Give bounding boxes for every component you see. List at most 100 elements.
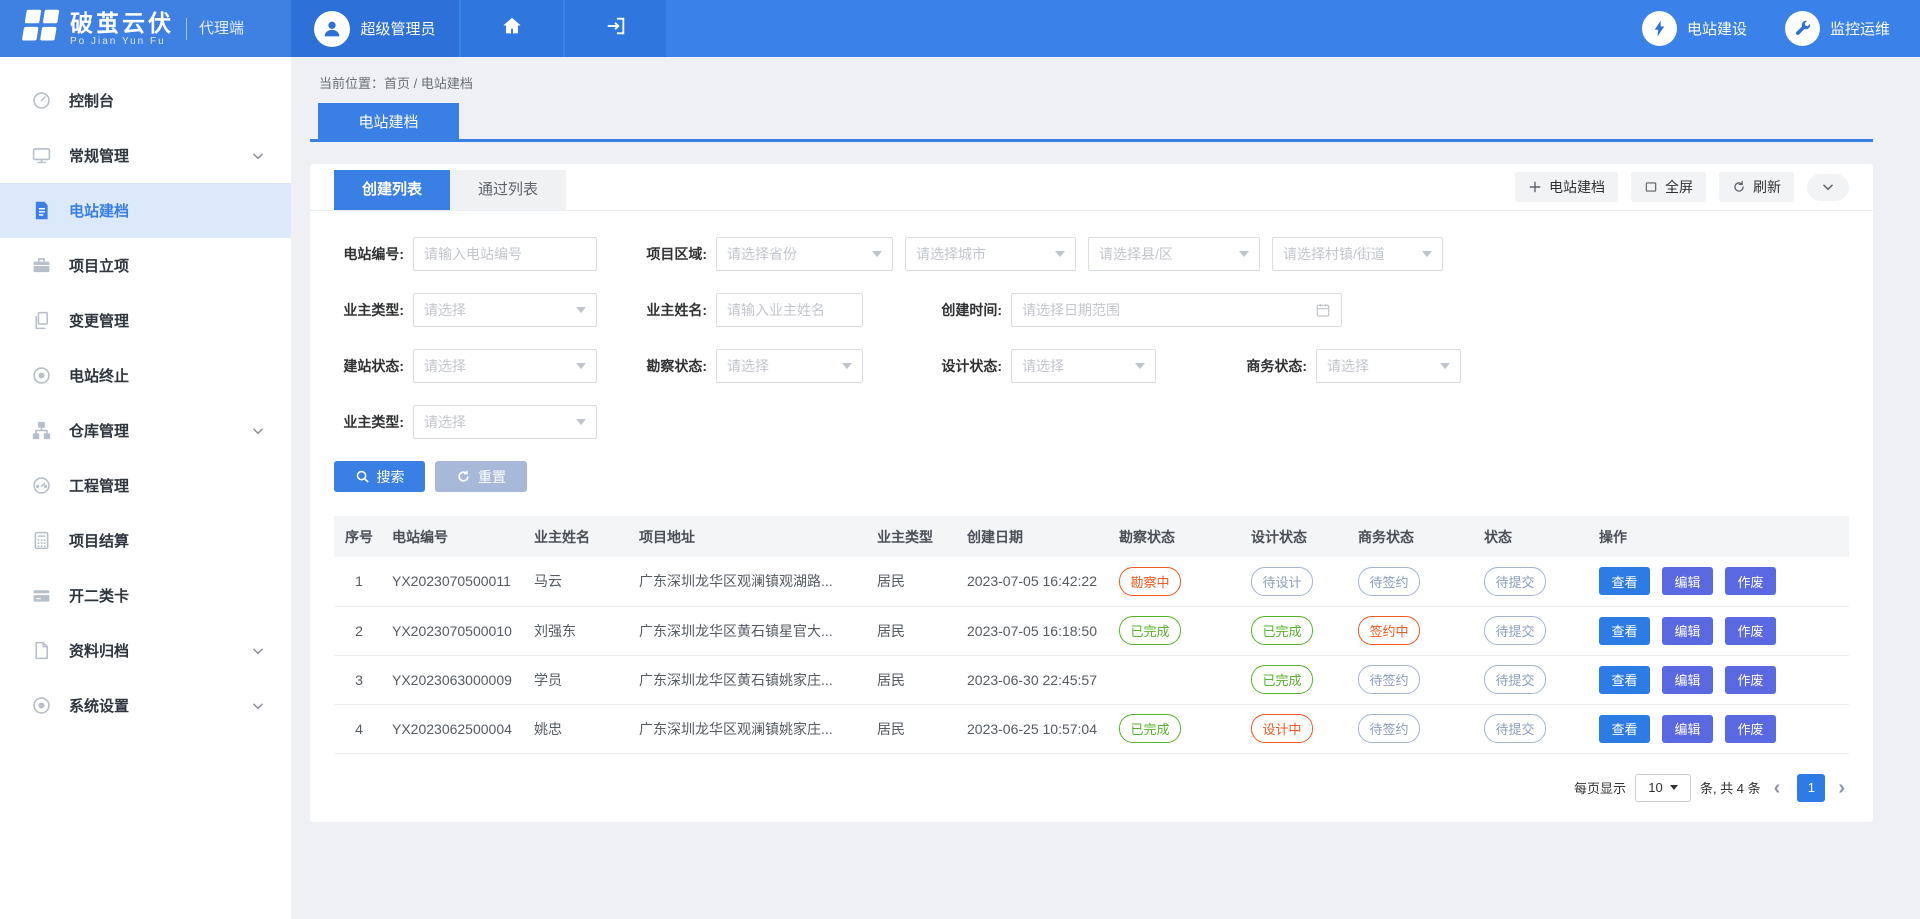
placeholder-text: 请选择县/区	[1099, 244, 1173, 264]
station-code: YX2023062500004	[384, 704, 526, 753]
column-header: 勘察状态	[1111, 516, 1243, 557]
view-button[interactable]: 查看	[1599, 567, 1650, 595]
view-button[interactable]: 查看	[1599, 617, 1650, 645]
reset-label: 重置	[478, 467, 506, 487]
created-date: 2023-06-30 22:45:57	[959, 655, 1111, 704]
home-button[interactable]	[461, 0, 563, 57]
reset-button[interactable]: 重置	[435, 461, 527, 492]
header-nav-monitor-ops[interactable]: 监控运维	[1785, 11, 1890, 46]
void-button[interactable]: 作废	[1725, 567, 1776, 595]
sidebar-item-settlement[interactable]: 项目结算	[0, 513, 291, 568]
edit-button[interactable]: 编辑	[1662, 715, 1713, 743]
page-tab-station-archive[interactable]: 电站建档	[318, 103, 459, 139]
toolbar-fullscreen-button[interactable]: 全屏	[1631, 172, 1706, 202]
sidebar-item-label: 常规管理	[69, 145, 234, 166]
created-date: 2023-07-05 16:42:22	[959, 557, 1111, 606]
sidebar-item-project-init[interactable]: 项目立项	[0, 238, 291, 293]
void-button[interactable]: 作废	[1725, 715, 1776, 743]
toolbar-collapse-button[interactable]	[1807, 174, 1849, 201]
sidebar-item-change-mgmt[interactable]: 变更管理	[0, 293, 291, 348]
filter-select[interactable]: 请选择县/区	[1088, 237, 1260, 271]
filter-label: 电站编号:	[334, 244, 404, 264]
search-button[interactable]: 搜索	[334, 461, 425, 492]
user-menu[interactable]: 超级管理员	[291, 0, 459, 57]
status-cell: 待提交	[1476, 606, 1591, 655]
caret-down-icon	[872, 251, 882, 257]
edit-button[interactable]: 编辑	[1662, 666, 1713, 694]
filter-select[interactable]: 请选择	[1316, 349, 1461, 383]
tab-passed-list[interactable]: 通过列表	[450, 170, 566, 210]
wrench-icon	[1785, 11, 1820, 46]
status-cell: 已完成	[1111, 606, 1243, 655]
sidebar-item-general[interactable]: 常规管理	[0, 128, 291, 183]
column-header: 电站编号	[384, 516, 526, 557]
logout-button[interactable]	[565, 0, 666, 57]
status-badge: 待提交	[1484, 665, 1546, 694]
prev-page-button[interactable]: ‹	[1770, 778, 1785, 798]
placeholder-text: 请选择	[424, 356, 466, 376]
filter-select[interactable]: 请选择城市	[905, 237, 1076, 271]
card-icon	[30, 585, 52, 607]
archive-icon	[30, 640, 52, 662]
logo-block: 破茧云伏 Po Jian Yun Fu 代理端	[0, 0, 291, 57]
void-button[interactable]: 作废	[1725, 617, 1776, 645]
placeholder-text: 请选择日期范围	[1022, 300, 1120, 320]
sidebar-item-label: 电站建档	[69, 200, 265, 221]
page-size-select[interactable]: 10	[1635, 774, 1691, 802]
brand-text: 破茧云伏 Po Jian Yun Fu	[70, 10, 174, 47]
filter-select[interactable]: 请选择	[1011, 349, 1156, 383]
sidebar-item-label: 项目立项	[69, 255, 265, 276]
caret-down-icon	[576, 307, 586, 313]
column-header: 操作	[1591, 516, 1849, 557]
filter-input[interactable]: 请输入业主姓名	[716, 293, 863, 327]
refresh-icon	[1732, 180, 1746, 194]
toolbar-label: 电站建档	[1549, 177, 1605, 197]
filter-row: 电站编号:请输入电站编号项目区域:请选择省份请选择城市请选择县/区请选择村镇/街…	[334, 237, 1849, 271]
tab-create-list[interactable]: 创建列表	[334, 170, 450, 210]
void-button[interactable]: 作废	[1725, 666, 1776, 694]
toolbar-refresh-button[interactable]: 刷新	[1719, 172, 1794, 202]
edit-button[interactable]: 编辑	[1662, 617, 1713, 645]
sidebar-item-console[interactable]: 控制台	[0, 73, 291, 128]
status-cell: 待提交	[1476, 655, 1591, 704]
column-header: 业主类型	[869, 516, 959, 557]
table-body: 1YX2023070500011马云广东深圳龙华区观澜镇观湖路...居民2023…	[334, 557, 1849, 753]
sidebar-item-card2[interactable]: 开二类卡	[0, 568, 291, 623]
filter-select[interactable]: 请选择	[413, 349, 597, 383]
toolbar-station-archive-button[interactable]: 电站建档	[1515, 172, 1618, 202]
filter-label: 设计状态:	[932, 356, 1002, 376]
status-badge: 待提交	[1484, 714, 1546, 743]
filter-select[interactable]: 请选择村镇/街道	[1272, 237, 1443, 271]
status-cell: 勘察中	[1111, 557, 1243, 606]
search-icon	[355, 469, 370, 484]
edit-button[interactable]: 编辑	[1662, 567, 1713, 595]
current-page[interactable]: 1	[1797, 774, 1825, 802]
sidebar-item-label: 电站终止	[69, 365, 265, 386]
sidebar-item-label: 项目结算	[69, 530, 265, 551]
view-button[interactable]: 查看	[1599, 715, 1650, 743]
filter-select[interactable]: 请选择	[413, 293, 597, 327]
header-nav-station-build[interactable]: 电站建设	[1642, 11, 1747, 46]
sidebar-item-warehouse[interactable]: 仓库管理	[0, 403, 291, 458]
filter-select[interactable]: 请选择	[413, 405, 597, 439]
sidebar-item-station-archive[interactable]: 电站建档	[0, 183, 291, 238]
sidebar-item-system[interactable]: 系统设置	[0, 678, 291, 733]
sidebar-item-data-archive[interactable]: 资料归档	[0, 623, 291, 678]
filter-select[interactable]: 请选择	[716, 349, 863, 383]
filter-row: 业主类型:请选择业主姓名:请输入业主姓名创建时间:请选择日期范围	[334, 293, 1849, 327]
sidebar-item-station-stop[interactable]: 电站终止	[0, 348, 291, 403]
filter-input[interactable]: 请输入电站编号	[413, 237, 597, 271]
owner-name: 马云	[526, 557, 631, 606]
bolt-icon	[1642, 11, 1677, 46]
header-nav-label: 电站建设	[1687, 18, 1747, 39]
view-button[interactable]: 查看	[1599, 666, 1650, 694]
owner-type: 居民	[869, 557, 959, 606]
main-layout: 控制台常规管理电站建档项目立项变更管理电站终止仓库管理工程管理项目结算开二类卡资…	[0, 57, 1920, 919]
filter-select[interactable]: 请选择省份	[716, 237, 893, 271]
filter-date[interactable]: 请选择日期范围	[1011, 293, 1342, 327]
next-page-button[interactable]: ›	[1834, 778, 1849, 798]
toolbar-label: 全屏	[1665, 177, 1693, 197]
sidebar-item-engineering[interactable]: 工程管理	[0, 458, 291, 513]
table-row: 4YX2023062500004姚忠广东深圳龙华区观澜镇姚家庄...居民2023…	[334, 704, 1849, 753]
home-icon	[501, 15, 523, 42]
